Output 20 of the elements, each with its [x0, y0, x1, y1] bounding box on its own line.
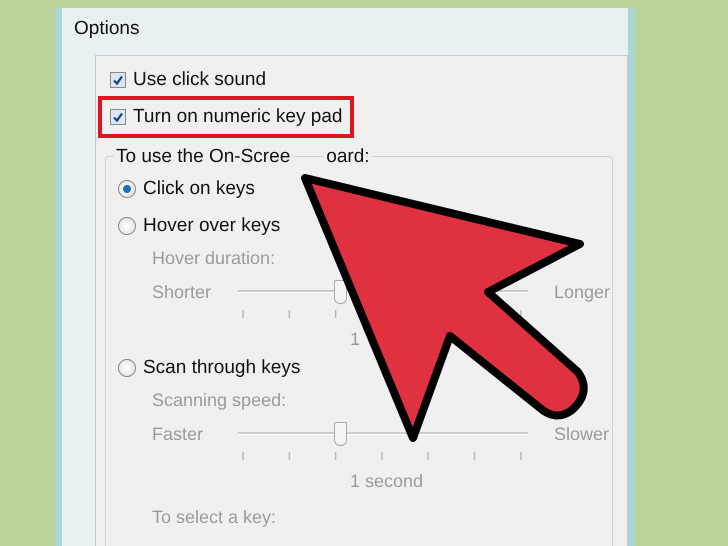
checkbox[interactable]: [110, 72, 126, 88]
checkbox-label[interactable]: Turn on numeric key pad: [133, 106, 342, 128]
radio-label[interactable]: Scan through keys: [143, 356, 300, 378]
slider-reading: 1: [349, 329, 362, 351]
slider-max-label: Slower: [554, 424, 610, 444]
slider-caption: Hover duration:: [152, 248, 276, 270]
radio-label[interactable]: Hover over keys: [143, 214, 280, 236]
slider-min-label: Faster: [152, 424, 204, 444]
slider-reading: 1 second: [349, 471, 424, 493]
slider-caption: Scanning speed:: [152, 390, 288, 412]
section-label: To select a key:: [152, 507, 278, 528]
radio-label[interactable]: Click on keys: [143, 178, 255, 200]
slider-min-label: Shorter: [152, 282, 212, 302]
slider-max-label: Longer: [554, 282, 610, 302]
checkbox-label[interactable]: Use click sound: [133, 69, 266, 91]
radio-button[interactable]: [118, 216, 136, 234]
radio-button[interactable]: [118, 358, 136, 376]
radio-button[interactable]: [118, 180, 136, 198]
window-title: Options: [73, 17, 140, 41]
checkbox[interactable]: [110, 109, 126, 125]
